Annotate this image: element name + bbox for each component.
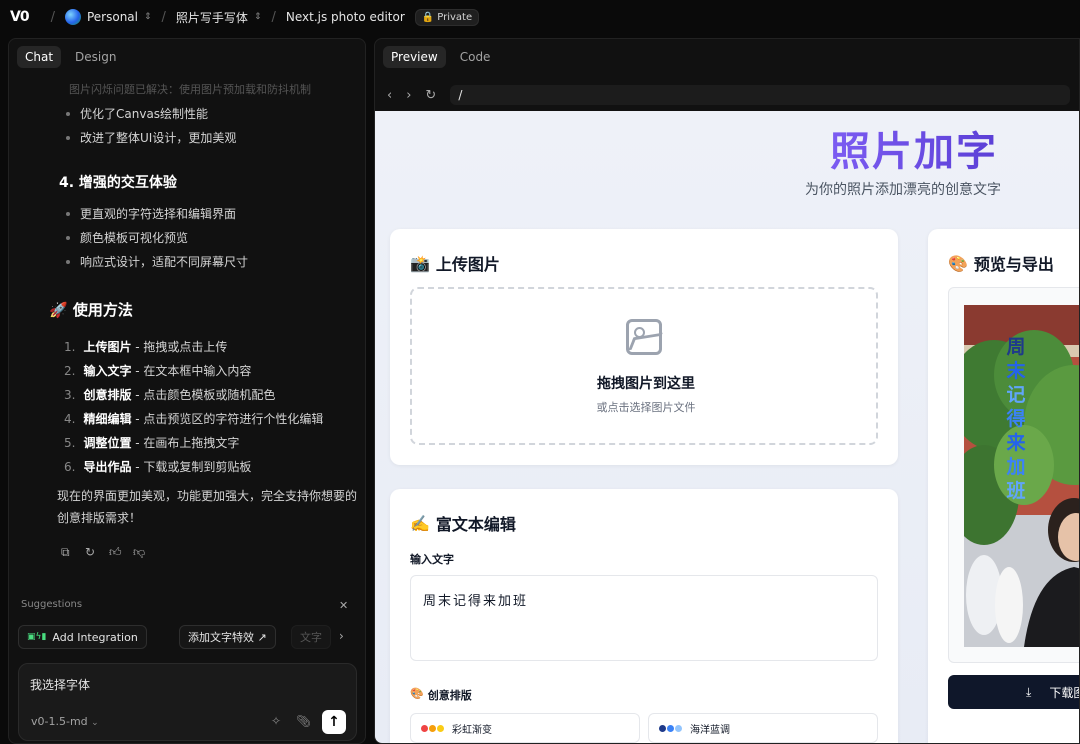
lock-icon: 🔒: [421, 11, 435, 23]
url-bar: ‹ › ↻ /: [375, 81, 1079, 109]
chat-panel: Chat Design 图片闪烁问题已解决：使用图片预加载和防抖机制 优化了Ca…: [8, 38, 366, 744]
overlay-text[interactable]: 周 末 记 得 来 加 班: [1004, 335, 1028, 503]
upload-card: 📸 上传图片 拖拽图片到这里 或点击选择图片文件: [390, 229, 898, 465]
usage-step: 5. 调整位置 - 在画布上拖拽文字: [64, 436, 240, 450]
chat-input[interactable]: 我选择字体: [30, 676, 90, 693]
send-button[interactable]: ↑: [322, 710, 346, 734]
list-item: 优化了Canvas绘制性能: [66, 105, 208, 122]
workspace-switcher[interactable]: Personal ⇕: [64, 9, 152, 25]
image-dropzone[interactable]: 拖拽图片到这里 或点击选择图片文件: [410, 287, 878, 445]
top-bar: V0 / Personal ⇕ / 照片写手写体 ⇕ / Next.js pho…: [0, 0, 1080, 34]
tab-preview[interactable]: Preview: [383, 46, 446, 68]
overlay-char: 加: [1006, 456, 1026, 478]
export-card: 🎨 预览与导出 周 末 记 得 来 加 班 ⤓ 下载: [928, 229, 1079, 743]
workspace-name: Personal: [86, 10, 138, 24]
preview-panel: Preview Code ‹ › ↻ / 照片加字 为你的照片添加漂亮的创意文字…: [374, 38, 1080, 744]
thumbs-down-icon[interactable]: 👎︎: [133, 545, 147, 559]
copy-icon[interactable]: ⧉: [61, 545, 75, 559]
text-input[interactable]: 周末记得来加班: [410, 575, 878, 661]
url-input[interactable]: /: [450, 85, 1071, 105]
visibility-badge[interactable]: 🔒 Private: [414, 8, 480, 26]
camera-icon: 📸: [410, 253, 430, 273]
chevron-down-icon: ⌄: [91, 718, 99, 728]
overlay-char: 得: [1006, 408, 1026, 430]
app-title: 照片加字: [830, 119, 998, 177]
list-item: 响应式设计，适配不同屏幕尺寸: [66, 253, 248, 270]
chevron-updown-icon: ⇕: [143, 12, 152, 22]
list-item: 颜色模板可视化预览: [66, 229, 188, 246]
overlay-char: 班: [1006, 480, 1026, 502]
export-card-title: 🎨 预览与导出: [948, 253, 1054, 275]
download-button[interactable]: ⤓ 下载图: [948, 675, 1079, 709]
editor-card: ✍️ 富文本编辑 输入文字 周末记得来加班 🎨 创意排版 彩虹渐变 海洋蓝调: [390, 489, 898, 743]
suggestion-chip[interactable]: 文字: [291, 625, 331, 649]
overlay-char: 末: [1006, 360, 1026, 382]
thumbs-up-icon[interactable]: 👍︎: [109, 545, 123, 559]
editor-card-title: ✍️ 富文本编辑: [410, 513, 516, 535]
faded-list-item: 图片闪烁问题已解决：使用图片预加载和防抖机制: [69, 83, 311, 96]
usage-step: 1. 上传图片 - 拖拽或点击上传: [64, 340, 228, 354]
workspace-avatar-icon: [64, 9, 81, 25]
usage-step: 4. 精细编辑 - 点击预览区的字符进行个性化编辑: [64, 412, 324, 426]
visibility-label: Private: [437, 11, 473, 23]
chevron-updown-icon: ⇕: [253, 12, 262, 22]
breadcrumb-separator: /: [50, 9, 55, 25]
add-integration-chip[interactable]: ▣ϟ▮ Add Integration: [18, 625, 147, 649]
close-suggestions-icon[interactable]: ✕: [339, 599, 348, 612]
chat-tabs: Chat Design: [17, 46, 124, 68]
breadcrumb-separator: /: [271, 9, 276, 25]
section-heading: 4. 增强的交互体验: [59, 175, 177, 191]
refresh-icon[interactable]: ↻: [425, 88, 436, 103]
chevron-right-icon[interactable]: ›: [339, 629, 344, 643]
usage-heading: 🚀 使用方法: [49, 301, 133, 319]
overlay-char: 周: [1006, 336, 1026, 358]
forward-icon[interactable]: ›: [406, 88, 411, 103]
preview-tabs: Preview Code: [383, 46, 498, 68]
v0-logo[interactable]: V0: [10, 9, 30, 25]
project-name: 照片写手写体: [175, 10, 248, 25]
palette-icon: 🎨: [948, 253, 968, 273]
project-switcher[interactable]: 照片写手写体 ⇕: [176, 9, 262, 26]
message-actions: ⧉ ↻ 👍︎ 👎︎: [61, 545, 147, 559]
usage-step: 3. 创意排版 - 点击颜色模板或随机配色: [64, 388, 276, 402]
dropzone-subtitle: 或点击选择图片文件: [596, 401, 696, 414]
summary-text: 现在的界面更加美观，功能更加强大，完全支持你想要的创意排版需求！: [57, 489, 358, 525]
tab-design[interactable]: Design: [67, 46, 124, 68]
model-selector[interactable]: v0-1.5-md ⌄: [31, 715, 99, 728]
usage-step: 6. 导出作品 - 下载或复制到剪贴板: [64, 460, 252, 474]
image-icon: [626, 319, 662, 355]
sparkle-icon[interactable]: ✧: [271, 714, 281, 728]
retry-icon[interactable]: ↻: [85, 545, 99, 559]
palette-icon: 🎨: [410, 687, 424, 700]
overlay-char: 来: [1006, 432, 1026, 454]
list-item: 改进了整体UI设计，更加美观: [66, 129, 236, 146]
attach-icon[interactable]: 📎︎: [296, 714, 311, 728]
list-item: 更直观的字符选择和编辑界面: [66, 205, 236, 222]
color-dots: [659, 724, 682, 732]
integration-icon: ▣ϟ▮: [27, 632, 47, 642]
color-dots: [421, 724, 444, 732]
download-icon: ⤓: [1026, 684, 1032, 699]
preview-photo[interactable]: 周 末 记 得 来 加 班: [964, 305, 1079, 647]
dropzone-title: 拖拽图片到这里: [597, 376, 695, 392]
suggestions-label: Suggestions: [21, 599, 83, 610]
chat-messages[interactable]: 图片闪烁问题已解决：使用图片预加载和防抖机制 优化了Canvas绘制性能 改进了…: [9, 77, 365, 597]
template-ocean[interactable]: 海洋蓝调: [648, 713, 878, 743]
upload-card-title: 📸 上传图片: [410, 253, 500, 275]
app-canvas: 照片加字 为你的照片添加漂亮的创意文字 📸 上传图片 拖拽图片到这里 或点击选择…: [375, 111, 1079, 743]
tab-code[interactable]: Code: [452, 46, 499, 68]
template-rainbow[interactable]: 彩虹渐变: [410, 713, 640, 743]
app-subtitle: 为你的照片添加漂亮的创意文字: [805, 182, 1001, 198]
chat-input-box[interactable]: 我选择字体 v0-1.5-md ⌄ ✧ 📎︎ ↑: [18, 663, 357, 741]
chat-title[interactable]: Next.js photo editor: [286, 10, 405, 24]
tab-chat[interactable]: Chat: [17, 46, 62, 68]
writing-hand-icon: ✍️: [410, 513, 430, 533]
input-label: 输入文字: [410, 553, 454, 566]
usage-step: 2. 输入文字 - 在文本框中输入内容: [64, 364, 252, 378]
overlay-char: 记: [1006, 384, 1026, 406]
layout-label: 🎨 创意排版: [410, 687, 472, 702]
breadcrumb-separator: /: [161, 9, 166, 25]
back-icon[interactable]: ‹: [387, 88, 392, 103]
suggestion-chip[interactable]: 添加文字特效 ↗: [179, 625, 276, 649]
